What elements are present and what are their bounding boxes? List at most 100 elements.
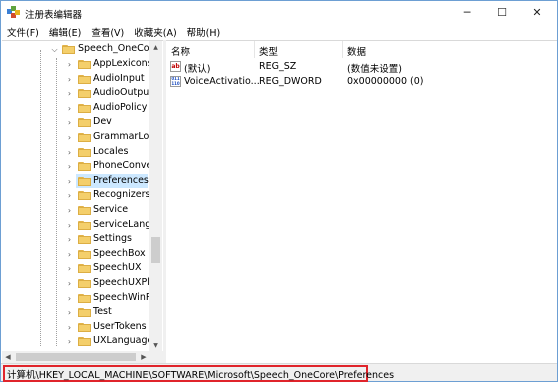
value-type: REG_DWORD — [259, 76, 322, 87]
chevron-right-icon[interactable]: › — [65, 323, 74, 332]
tree-node-label: Locales — [93, 145, 129, 157]
chevron-right-icon[interactable]: › — [65, 221, 74, 230]
values-list[interactable]: 名称 类型 数据 ab (默认) REG_SZ (数值未设置) 011 110 … — [166, 40, 557, 363]
chevron-right-icon[interactable]: › — [65, 148, 74, 157]
scroll-up-arrow-icon[interactable]: ▲ — [149, 41, 162, 53]
chevron-right-icon[interactable]: › — [65, 75, 74, 84]
tree-node-label: Recognizers — [93, 189, 149, 201]
status-bar: 计算机\HKEY_LOCAL_MACHINE\SOFTWARE\Microsof… — [1, 363, 557, 382]
folder-icon — [78, 161, 91, 172]
folder-icon — [78, 293, 91, 303]
scroll-left-arrow-icon[interactable]: ◀ — [2, 351, 14, 363]
value-data: (数值未设置) — [347, 64, 402, 75]
chevron-right-icon[interactable]: › — [65, 60, 74, 69]
folder-icon — [78, 147, 91, 157]
tree-node[interactable]: › UserTokens — [2, 320, 149, 335]
tree-node[interactable]: › SpeechWinRT — [2, 291, 149, 306]
tree-node-label: SpeechUXPlu — [93, 277, 149, 288]
menu-favorites[interactable]: 收藏夹(A) — [134, 25, 176, 39]
chevron-right-icon[interactable]: › — [65, 191, 74, 200]
column-divider[interactable] — [254, 41, 255, 58]
tree-node-label: SpeechUX — [93, 262, 142, 274]
window-title: 注册表编辑器 — [25, 10, 83, 21]
tree-node-label: PhoneConver — [93, 160, 149, 172]
minimize-button[interactable]: ─ — [450, 1, 484, 24]
tree-node-label: Speech_OneCore — [78, 43, 149, 54]
column-header-type[interactable]: 类型 — [259, 44, 278, 58]
scrollbar-thumb[interactable] — [16, 353, 136, 361]
chevron-right-icon[interactable]: › — [65, 162, 74, 171]
tree-node-label: UXLanguages — [93, 335, 149, 347]
chevron-right-icon[interactable]: › — [65, 177, 74, 186]
scroll-right-arrow-icon[interactable]: ▶ — [138, 351, 150, 363]
tree-node[interactable]: › Recognizers — [2, 188, 149, 203]
tree-node[interactable]: › Service — [2, 203, 149, 218]
tree-node[interactable]: › SpeechBox — [2, 247, 149, 262]
chevron-right-icon[interactable]: › — [65, 206, 74, 215]
folder-icon — [78, 220, 91, 230]
tree-node[interactable]: › AudioOutput — [2, 86, 149, 101]
menu-edit[interactable]: 编辑(E) — [49, 25, 81, 39]
chevron-right-icon[interactable]: › — [65, 235, 74, 244]
tree-node[interactable]: › Preferences — [2, 173, 149, 189]
tree-node-label: SpeechWinRT — [93, 291, 149, 303]
column-divider[interactable] — [342, 41, 343, 58]
title-bar[interactable]: 注册表编辑器 ─ ☐ ✕ — [1, 1, 557, 24]
chevron-right-icon[interactable]: › — [65, 250, 74, 259]
tree-node-label: UserTokens — [93, 320, 147, 332]
chevron-right-icon[interactable]: › — [65, 279, 74, 288]
tree-node[interactable]: › Test — [2, 305, 149, 320]
chevron-right-icon[interactable]: › — [65, 118, 74, 127]
chevron-down-icon[interactable]: ⌵ — [50, 45, 59, 54]
chevron-right-icon[interactable]: › — [65, 264, 74, 273]
string-value-icon: ab — [170, 61, 181, 72]
tree-node[interactable]: › SpeechUXPlu — [2, 276, 149, 291]
tree-node-label: Settings — [93, 233, 132, 245]
tree-node[interactable]: › AudioPolicy — [2, 101, 149, 116]
tree-node[interactable]: › Settings — [2, 232, 149, 247]
value-type: REG_SZ — [259, 61, 297, 72]
close-button[interactable]: ✕ — [520, 1, 554, 24]
value-row[interactable]: 011 110 VoiceActivatio... REG_DWORD 0x00… — [166, 75, 557, 89]
tree-node[interactable]: › Locales — [2, 145, 149, 160]
folder-icon — [78, 205, 91, 215]
menu-file[interactable]: 文件(F) — [7, 25, 39, 39]
status-path: 计算机\HKEY_LOCAL_MACHINE\SOFTWARE\Microsof… — [7, 370, 395, 381]
tree-node[interactable]: › ServiceLangu — [2, 218, 149, 233]
tree-node[interactable]: › UXLanguages — [2, 334, 149, 349]
column-header-name[interactable]: 名称 — [171, 44, 190, 58]
tree-node[interactable]: › SpeechUX — [2, 261, 149, 276]
scroll-down-arrow-icon[interactable]: ▼ — [149, 339, 162, 351]
menu-view[interactable]: 查看(V) — [91, 25, 124, 39]
tree-node[interactable]: › GrammarLog — [2, 130, 149, 145]
tree-node-label: AppLexicons — [93, 58, 149, 69]
menu-bar: 文件(F) 编辑(E) 查看(V) 收藏夹(A) 帮助(H) — [1, 24, 557, 40]
chevron-right-icon[interactable]: › — [65, 104, 74, 113]
tree-node[interactable]: › AppLexicons — [2, 57, 149, 72]
menu-help[interactable]: 帮助(H) — [187, 25, 221, 39]
value-row[interactable]: ab (默认) REG_SZ (数值未设置) — [166, 60, 557, 75]
maximize-button[interactable]: ☐ — [485, 1, 519, 24]
tree-node-label: Preferences — [93, 174, 149, 186]
folder-icon — [78, 249, 91, 259]
folder-icon — [78, 263, 91, 274]
chevron-right-icon[interactable]: › — [65, 294, 74, 303]
folder-icon — [78, 307, 91, 318]
chevron-right-icon[interactable]: › — [65, 337, 74, 346]
folder-icon — [78, 59, 91, 69]
tree-horizontal-scrollbar[interactable]: ◀ ▶ — [2, 351, 163, 363]
chevron-right-icon[interactable]: › — [65, 89, 74, 98]
tree-node[interactable]: › Dev — [2, 115, 149, 130]
tree-node-speech-onecore[interactable]: ⌵ Speech_OneCore — [2, 42, 149, 57]
column-header-data[interactable]: 数据 — [347, 44, 366, 58]
registry-tree[interactable]: ⌵ Speech_OneCore › AppLexicons › AudioInput… — [2, 40, 163, 351]
chevron-right-icon[interactable]: › — [65, 133, 74, 142]
value-name: VoiceActivatio... — [184, 76, 260, 87]
tree-node[interactable]: › PhoneConver — [2, 159, 149, 174]
tree-node-label: ServiceLangu — [93, 218, 149, 230]
tree-node[interactable]: › AudioInput — [2, 72, 149, 87]
scrollbar-thumb[interactable] — [151, 237, 160, 263]
chevron-right-icon[interactable]: › — [65, 308, 74, 317]
tree-vertical-scrollbar[interactable]: ▲ ▼ — [149, 41, 162, 351]
binary-value-icon: 011 110 — [170, 76, 181, 87]
